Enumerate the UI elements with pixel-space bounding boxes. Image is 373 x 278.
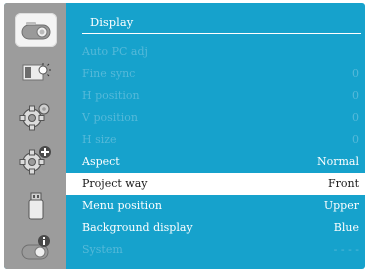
menu-item-value: 0: [352, 111, 359, 124]
menu-item-label: Menu position: [82, 199, 162, 212]
menu-item-h-position[interactable]: H position 0: [66, 85, 365, 107]
menu-item-label: H size: [82, 133, 117, 146]
gear-plus-icon[interactable]: [15, 143, 57, 177]
menu-item-aspect[interactable]: Aspect Normal: [66, 151, 365, 173]
title-divider: [82, 33, 361, 34]
menu-item-value: Normal: [316, 155, 359, 168]
info-projector-icon[interactable]: [15, 231, 57, 265]
menu-item-fine-sync[interactable]: Fine sync 0: [66, 63, 365, 85]
menu-item-project-way[interactable]: Project way Front: [66, 173, 365, 195]
usb-icon[interactable]: [15, 189, 57, 223]
menu-item-value: Front: [327, 177, 359, 190]
menu-header: Display: [66, 3, 365, 32]
category-sidebar: [4, 3, 66, 269]
menu-item-value: Blue: [333, 221, 359, 234]
menu-item-v-position[interactable]: V position 0: [66, 107, 365, 129]
menu-item-background-display[interactable]: Background display Blue: [66, 217, 365, 239]
gear-icon[interactable]: [15, 99, 57, 133]
menu-item-system[interactable]: System - - - -: [66, 239, 365, 261]
menu-item-value: 0: [352, 89, 359, 102]
screen-brightness-icon[interactable]: [15, 56, 57, 90]
menu-item-h-size[interactable]: H size 0: [66, 129, 365, 151]
projector-icon[interactable]: [15, 13, 57, 47]
menu-item-auto-pc-adj[interactable]: Auto PC adj: [66, 41, 365, 63]
menu-item-value: 0: [352, 67, 359, 80]
menu-item-value: - - - -: [333, 243, 359, 256]
menu-item-label: Background display: [82, 221, 193, 234]
menu-item-value: 0: [352, 133, 359, 146]
menu-item-label: Project way: [82, 177, 148, 190]
menu-item-label: V position: [82, 111, 138, 124]
menu-item-label: System: [82, 243, 123, 256]
menu-item-label: Aspect: [82, 155, 120, 168]
menu-item-label: H position: [82, 89, 140, 102]
menu-item-label: Auto PC adj: [82, 45, 148, 58]
menu-item-value: Upper: [323, 199, 359, 212]
menu-title: Display: [90, 15, 134, 29]
menu-item-menu-position[interactable]: Menu position Upper: [66, 195, 365, 217]
menu-item-label: Fine sync: [82, 67, 136, 80]
